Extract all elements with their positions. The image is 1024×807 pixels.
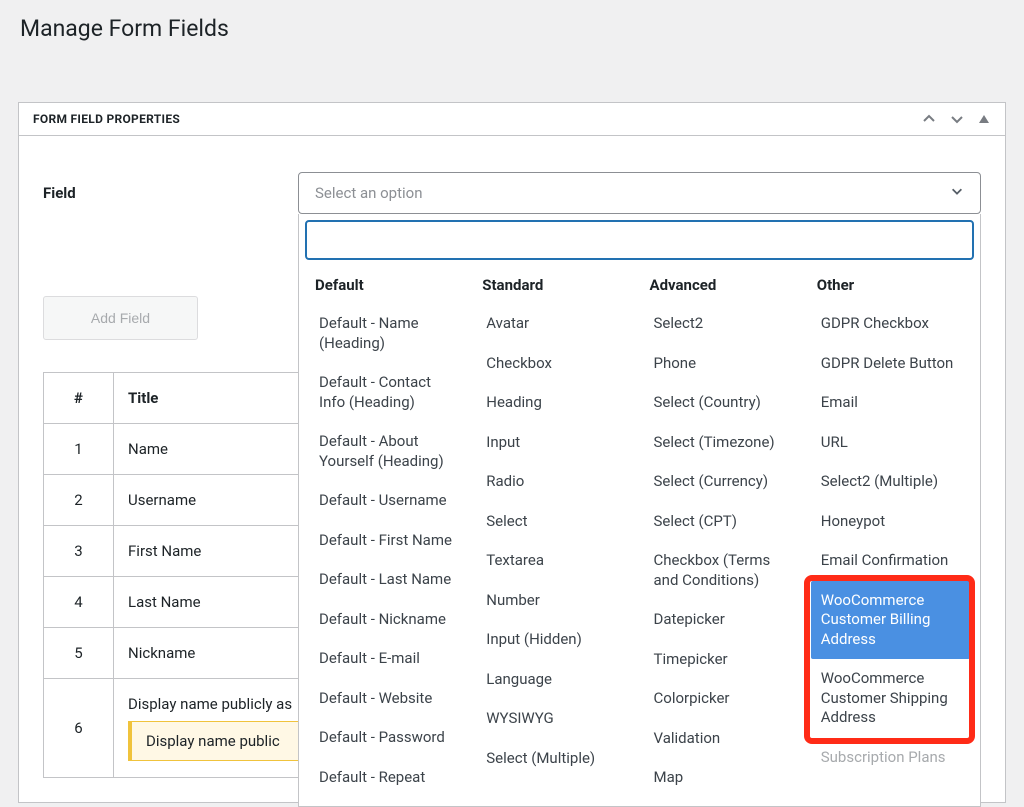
cell-num: 3 — [44, 526, 114, 577]
dropdown-columns: DefaultDefault - Name (Heading)Default -… — [299, 270, 980, 798]
cell-num: 1 — [44, 424, 114, 475]
dropdown-item[interactable]: Colorpicker — [644, 679, 803, 719]
dropdown-item[interactable]: Heading — [476, 383, 635, 423]
dropdown-item[interactable]: Default - Username — [309, 481, 468, 521]
dropdown-item[interactable]: Select (Timezone) — [644, 423, 803, 463]
dropdown-item[interactable]: GDPR Delete Button — [811, 344, 970, 384]
dropdown-item[interactable]: Default - First Name — [309, 521, 468, 561]
dropdown-group-other: OtherGDPR CheckboxGDPR Delete ButtonEmai… — [807, 270, 974, 798]
cell-num: 5 — [44, 628, 114, 679]
panel-header: FORM FIELD PROPERTIES — [19, 103, 1005, 136]
chevron-down-icon — [950, 184, 964, 202]
dropdown-item[interactable]: Select (Currency) — [644, 462, 803, 502]
dropdown-item[interactable]: GDPR Checkbox — [811, 304, 970, 344]
dropdown-search-input[interactable] — [315, 226, 964, 254]
triangle-up-icon[interactable] — [977, 112, 991, 126]
field-dropdown: DefaultDefault - Name (Heading)Default -… — [298, 214, 981, 807]
dropdown-item[interactable]: WooCommerce Customer Billing Address — [811, 581, 970, 660]
dropdown-item[interactable]: WYSIWYG — [476, 699, 635, 739]
panel-controls — [921, 111, 991, 127]
dropdown-item[interactable]: Avatar — [476, 304, 635, 344]
dropdown-search — [305, 220, 974, 260]
dropdown-item[interactable]: Email Confirmation — [811, 541, 970, 581]
dropdown-item[interactable]: Select2 — [644, 304, 803, 344]
field-row: Field Select an option DefaultDefault - … — [43, 172, 981, 214]
dropdown-group-advanced: AdvancedSelect2PhoneSelect (Country)Sele… — [640, 270, 807, 798]
dropdown-group-default: DefaultDefault - Name (Heading)Default -… — [305, 270, 472, 798]
dropdown-item[interactable]: Select2 (Multiple) — [811, 462, 970, 502]
dropdown-item[interactable]: Map — [644, 758, 803, 798]
dropdown-item[interactable]: Email — [811, 383, 970, 423]
dropdown-item[interactable]: Default - Repeat — [309, 758, 468, 798]
dropdown-item[interactable]: Default - Last Name — [309, 560, 468, 600]
add-field-button[interactable]: Add Field — [43, 296, 198, 340]
panel-body: Field Select an option DefaultDefault - … — [19, 136, 1005, 802]
dropdown-item[interactable]: Validation — [644, 719, 803, 759]
dropdown-group-header: Standard — [476, 270, 635, 304]
th-num: # — [44, 373, 114, 424]
select-placeholder: Select an option — [315, 184, 422, 202]
dropdown-item[interactable]: Input (Hidden) — [476, 620, 635, 660]
dropdown-item[interactable]: Honeypot — [811, 502, 970, 542]
dropdown-item[interactable]: Phone — [644, 344, 803, 384]
dropdown-item[interactable]: WooCommerce Customer Shipping Address — [811, 659, 970, 738]
dropdown-item[interactable]: Select (CPT) — [644, 502, 803, 542]
dropdown-item[interactable]: Number — [476, 581, 635, 621]
dropdown-group-header: Default — [309, 270, 468, 304]
dropdown-item[interactable]: Datepicker — [644, 600, 803, 640]
dropdown-item[interactable]: Select (Multiple) — [476, 739, 635, 779]
dropdown-item[interactable]: Default - Contact Info (Heading) — [309, 363, 468, 422]
cell-num: 2 — [44, 475, 114, 526]
field-label: Field — [43, 184, 298, 202]
cell-num: 6 — [44, 679, 114, 778]
dropdown-item[interactable]: URL — [811, 423, 970, 463]
dropdown-group-header: Other — [811, 270, 970, 304]
dropdown-item[interactable]: Timepicker — [644, 640, 803, 680]
dropdown-item[interactable]: Subscription Plans — [811, 738, 970, 778]
panel-header-title: FORM FIELD PROPERTIES — [33, 112, 180, 126]
dropdown-item[interactable]: Default - E-mail — [309, 639, 468, 679]
cell-num: 4 — [44, 577, 114, 628]
page-title: Manage Form Fields — [0, 0, 1024, 57]
dropdown-item[interactable]: Radio — [476, 462, 635, 502]
dropdown-item[interactable]: Default - Password — [309, 718, 468, 758]
dropdown-item[interactable]: Default - About Yourself (Heading) — [309, 422, 468, 481]
chevron-up-icon[interactable] — [921, 111, 937, 127]
dropdown-item[interactable]: Default - Name (Heading) — [309, 304, 468, 363]
dropdown-item[interactable]: Checkbox (Terms and Conditions) — [644, 541, 803, 600]
dropdown-item[interactable]: Textarea — [476, 541, 635, 581]
select-input[interactable]: Select an option — [298, 172, 981, 214]
dropdown-group-header: Advanced — [644, 270, 803, 304]
dropdown-group-standard: StandardAvatarCheckboxHeadingInputRadioS… — [472, 270, 639, 798]
dropdown-item[interactable]: Checkbox — [476, 344, 635, 384]
dropdown-item[interactable]: Language — [476, 660, 635, 700]
dropdown-item[interactable]: Input — [476, 423, 635, 463]
dropdown-item[interactable]: Select (Country) — [644, 383, 803, 423]
field-select: Select an option DefaultDefault - Name (… — [298, 172, 981, 214]
dropdown-item[interactable]: Select — [476, 502, 635, 542]
form-field-properties-panel: FORM FIELD PROPERTIES Field Select an op… — [18, 102, 1006, 803]
dropdown-item[interactable]: Default - Nickname — [309, 600, 468, 640]
chevron-down-icon[interactable] — [949, 111, 965, 127]
dropdown-item[interactable]: Default - Website — [309, 679, 468, 719]
